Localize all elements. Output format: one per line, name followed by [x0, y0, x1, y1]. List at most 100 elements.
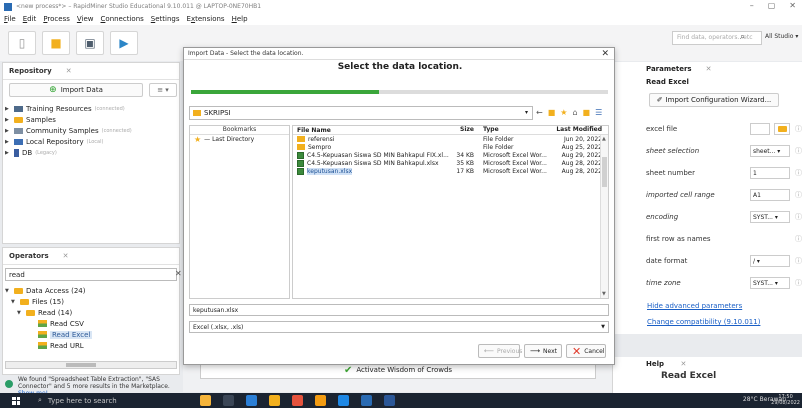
minimize-button[interactable]: –: [750, 1, 754, 10]
file-row[interactable]: C4.5-Kepuasan Siswa SD MIN Bahkapul.xlsx…: [293, 159, 608, 167]
menu-file[interactable]: File: [4, 15, 16, 23]
windows-start-icon[interactable]: [12, 396, 20, 405]
operator-search-input[interactable]: read: [5, 268, 177, 281]
close-help-icon[interactable]: ✕: [680, 360, 686, 368]
menu-settings[interactable]: Settings: [151, 15, 180, 23]
column-file-name[interactable]: File Name: [293, 126, 450, 134]
hide-advanced-link[interactable]: Hide advanced parameters: [647, 302, 742, 310]
task-view-icon[interactable]: [223, 395, 234, 406]
repository-item[interactable]: ▶ Community Samples (connected): [5, 125, 175, 136]
view-mode-icon[interactable]: ☰: [595, 108, 602, 117]
parameter-value[interactable]: sheet... ▾: [750, 145, 790, 157]
search-icon[interactable]: ⌕: [740, 32, 745, 42]
close-dialog-icon[interactable]: ✕: [601, 49, 609, 59]
word-icon[interactable]: [384, 395, 395, 406]
close-repository-icon[interactable]: ✕: [66, 67, 72, 75]
menu-extensions[interactable]: Extensions: [187, 15, 225, 23]
file-row[interactable]: C4.5-Kepuasan Siswa SD MIN Bahkapul FIX.…: [293, 151, 608, 159]
file-row[interactable]: referensi File Folder Jun 20, 2022: [293, 135, 608, 143]
column-size[interactable]: Size: [450, 126, 478, 134]
operators-scrollbar[interactable]: [5, 361, 177, 369]
taskbar-search[interactable]: ⌕ Type here to search: [38, 396, 117, 405]
browse-folder-button[interactable]: [774, 123, 790, 135]
chevron-icon[interactable]: ▼: [5, 288, 11, 294]
parameter-value[interactable]: SYST... ▾: [750, 277, 790, 289]
run-process-button[interactable]: ▶: [110, 31, 138, 55]
file-row[interactable]: keputusan.xlsx 17 KB Microsoft Excel Wor..…: [293, 167, 608, 175]
back-arrow-icon[interactable]: ←: [536, 108, 543, 117]
import-data-button[interactable]: ⊕ Import Data: [9, 83, 143, 97]
home-icon[interactable]: ⌂: [572, 108, 577, 117]
repository-item[interactable]: ▶ Samples: [5, 114, 175, 125]
scroll-up-icon[interactable]: ▲: [602, 136, 606, 142]
info-icon[interactable]: ⓘ: [795, 278, 802, 288]
opera-icon[interactable]: [292, 395, 303, 406]
menu-connections[interactable]: Connections: [101, 15, 144, 23]
operator-tree-item[interactable]: Read CSV: [5, 318, 175, 329]
widget-icon[interactable]: [200, 395, 211, 406]
change-compatibility-link[interactable]: Change compatibility (9.10.011): [647, 318, 760, 326]
parameter-value[interactable]: 1: [750, 167, 790, 179]
info-icon[interactable]: ⓘ: [795, 146, 802, 156]
menu-process[interactable]: Process: [43, 15, 70, 23]
scroll-down-icon[interactable]: ▼: [602, 291, 606, 297]
close-operators-icon[interactable]: ✕: [63, 252, 69, 260]
chevron-icon[interactable]: ▼: [11, 299, 17, 305]
scrollbar-thumb[interactable]: [602, 157, 607, 187]
search-scope-dropdown[interactable]: All Studio ▾: [765, 33, 798, 40]
file-row[interactable]: Sempro File Folder Aug 25, 2022: [293, 143, 608, 151]
column-last-modified[interactable]: Last Modified: [556, 126, 608, 134]
app-icon-orange[interactable]: [315, 395, 326, 406]
previous-button[interactable]: ⟵ Previous: [478, 344, 522, 358]
parameter-value[interactable]: A1: [750, 189, 790, 201]
operator-tree-item[interactable]: ▼ Read (14): [5, 307, 175, 318]
save-process-button[interactable]: ▣: [76, 31, 104, 55]
operator-tree-item[interactable]: ▼ Data Access (24): [5, 285, 175, 296]
chevron-right-icon[interactable]: ▶: [5, 139, 11, 145]
info-icon[interactable]: ⓘ: [795, 234, 802, 244]
open-process-button[interactable]: ■: [42, 31, 70, 55]
chevron-icon[interactable]: ▼: [17, 310, 23, 316]
excel-file-input[interactable]: [750, 123, 770, 135]
repository-item[interactable]: ▶ DB (Legacy): [5, 147, 175, 158]
clock[interactable]: 17:50 29/08/2022: [771, 394, 800, 406]
parameter-value[interactable]: SYST... ▾: [750, 211, 790, 223]
new-process-button[interactable]: ▯: [8, 31, 36, 55]
menu-edit[interactable]: Edit: [23, 15, 37, 23]
chevron-right-icon[interactable]: ▶: [5, 117, 11, 123]
repository-item[interactable]: ▶ Local Repository (Local): [5, 136, 175, 147]
scrollbar-thumb[interactable]: [66, 363, 96, 367]
repository-menu-button[interactable]: ≡ ▾: [149, 83, 177, 97]
file-explorer-icon[interactable]: [269, 395, 280, 406]
next-button[interactable]: ⟶ Next: [524, 344, 562, 358]
file-list-scrollbar[interactable]: ▲ ▼: [600, 135, 608, 298]
close-window-button[interactable]: ✕: [789, 1, 796, 10]
file-name-input[interactable]: keputusan.xlsx: [189, 304, 609, 316]
chevron-right-icon[interactable]: ▶: [5, 150, 11, 156]
parameter-value[interactable]: / ▾: [750, 255, 790, 267]
maximize-button[interactable]: ▢: [768, 1, 776, 10]
import-wizard-button[interactable]: ✐ Import Configuration Wizard...: [649, 93, 779, 107]
menu-view[interactable]: View: [77, 15, 94, 23]
repository-item[interactable]: ▶ Training Resources (connected): [5, 103, 175, 114]
operator-tree-item[interactable]: Read Excel: [5, 329, 175, 340]
chrome-icon[interactable]: [338, 395, 349, 406]
info-icon[interactable]: ⓘ: [795, 256, 802, 266]
rapidminer-icon[interactable]: [361, 395, 372, 406]
info-icon[interactable]: ⓘ: [795, 212, 802, 222]
column-type[interactable]: Type: [478, 126, 556, 134]
file-type-select[interactable]: Excel (.xlsx, .xls) ▼: [189, 321, 609, 333]
info-icon[interactable]: ⓘ: [795, 124, 802, 134]
folder-up-icon[interactable]: ■: [548, 108, 556, 117]
close-parameters-icon[interactable]: ✕: [706, 65, 712, 73]
operator-tree-item[interactable]: Read URL: [5, 340, 175, 351]
clear-search-icon[interactable]: ✕: [175, 269, 182, 278]
chevron-right-icon[interactable]: ▶: [5, 106, 11, 112]
cancel-button[interactable]: ✕ Cancel: [566, 344, 606, 358]
global-search-input[interactable]: Find data, operators...etc: [672, 31, 762, 45]
new-folder-icon[interactable]: ■: [583, 108, 591, 117]
bookmark-item[interactable]: ★ — Last Directory: [190, 135, 289, 144]
operator-tree-item[interactable]: ▼ Files (15): [5, 296, 175, 307]
chevron-right-icon[interactable]: ▶: [5, 128, 11, 134]
bookmark-star-icon[interactable]: ★: [560, 108, 567, 117]
